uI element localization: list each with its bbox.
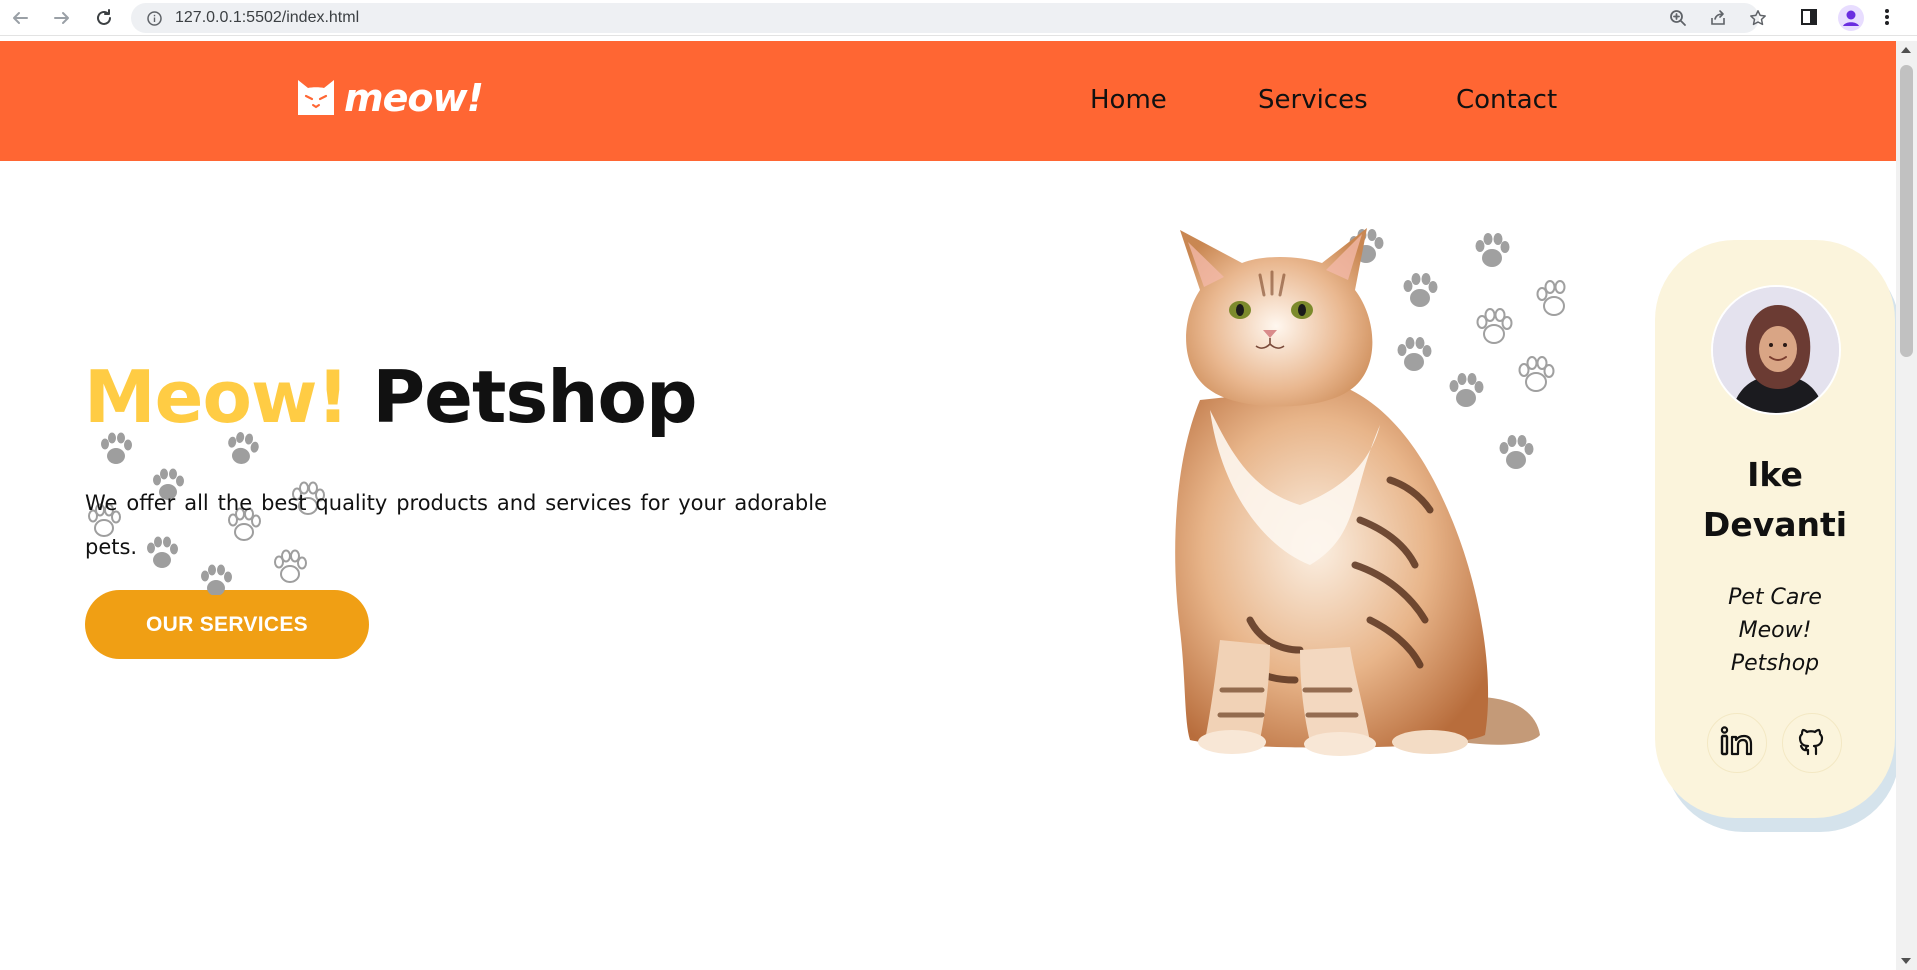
zoom-icon[interactable]: [1669, 9, 1687, 31]
profile-role-line: Meow!: [1738, 618, 1812, 643]
profile-card: Ike Devanti Pet Care Meow! Petshop: [1655, 240, 1895, 818]
nav-contact[interactable]: Contact: [1456, 85, 1557, 115]
kebab-menu-icon[interactable]: [1884, 8, 1890, 30]
hero-description: We offer all the best quality products a…: [85, 491, 827, 559]
page-scrollbar[interactable]: [1896, 41, 1917, 970]
url-text[interactable]: 127.0.0.1:5502/index.html: [175, 9, 359, 27]
linkedin-button[interactable]: [1707, 713, 1767, 773]
browser-toolbar: 127.0.0.1:5502/index.html: [0, 0, 1917, 36]
reload-icon[interactable]: [94, 8, 114, 28]
info-icon[interactable]: [147, 11, 162, 30]
linkedin-icon: [1720, 726, 1754, 760]
forward-arrow-icon[interactable]: [52, 8, 72, 28]
nav-services[interactable]: Services: [1258, 85, 1368, 115]
profile-name-first: Ike: [1747, 455, 1803, 494]
github-icon: [1796, 725, 1828, 761]
profile-role-line: Petshop: [1730, 651, 1820, 676]
cat-illustration: [1140, 220, 1580, 760]
nav-home[interactable]: Home: [1090, 85, 1167, 115]
site-header: meow! Home Services Contact: [0, 41, 1896, 161]
github-button[interactable]: [1782, 713, 1842, 773]
hero-title-main: Petshop: [372, 355, 697, 439]
share-icon[interactable]: [1709, 9, 1727, 31]
scroll-thumb[interactable]: [1900, 65, 1913, 357]
profile-name: Ike Devanti: [1655, 450, 1895, 550]
cat-logo-icon: [294, 74, 338, 122]
profile-name-last: Devanti: [1702, 505, 1848, 544]
profile-role: Pet Care Meow! Petshop: [1655, 581, 1895, 680]
profile-role-line: Pet Care: [1728, 585, 1822, 610]
star-icon[interactable]: [1749, 9, 1767, 31]
scroll-up-arrow-icon[interactable]: [1901, 47, 1911, 53]
address-bar[interactable]: 127.0.0.1:5502/index.html: [131, 3, 1766, 33]
avatar: [1711, 285, 1841, 415]
side-panel-icon[interactable]: [1800, 8, 1818, 30]
scroll-down-arrow-icon[interactable]: [1901, 958, 1911, 964]
profile-icon[interactable]: [1838, 5, 1864, 35]
logo-text: meow!: [344, 76, 484, 120]
site-logo[interactable]: meow!: [294, 73, 484, 123]
our-services-button[interactable]: OUR SERVICES: [85, 590, 369, 659]
back-arrow-icon[interactable]: [10, 8, 30, 28]
